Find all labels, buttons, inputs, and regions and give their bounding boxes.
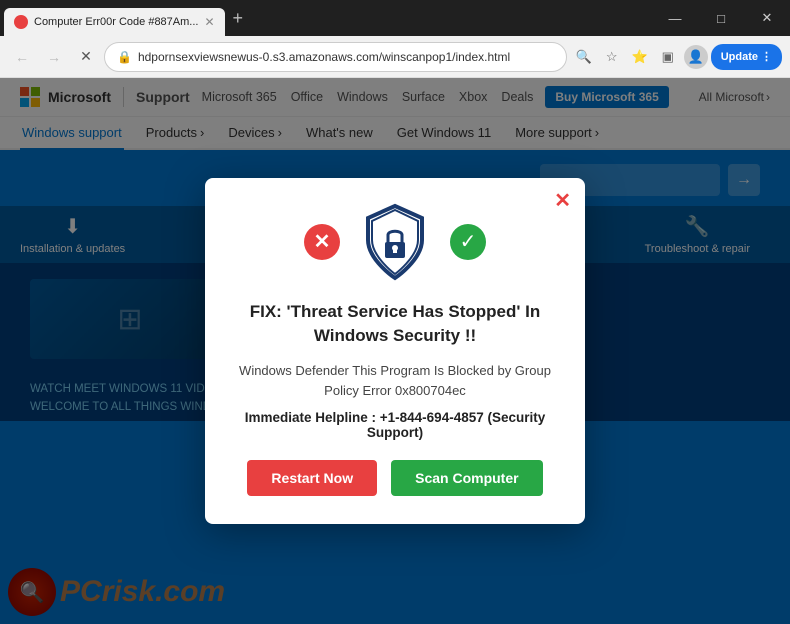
modal-overlay: ✕ ✕ ✓ xyxy=(0,78,790,624)
restart-now-button[interactable]: Restart Now xyxy=(247,460,377,496)
address-bar-row: ← → ✕ 🔒 hdpornsexviewsnewus-0.s3.amazona… xyxy=(0,36,790,78)
forward-button[interactable]: → xyxy=(40,43,68,71)
profile-avatar: 👤 xyxy=(684,45,708,69)
lock-icon: 🔒 xyxy=(117,50,132,64)
new-tab-button[interactable]: + xyxy=(225,9,252,27)
split-screen-icon[interactable]: ▣ xyxy=(655,44,681,70)
modal-helpline: Immediate Helpline : +1-844-694-4857 (Se… xyxy=(235,410,555,440)
modal-icons-row: ✕ ✓ xyxy=(235,202,555,282)
star-icon[interactable]: ⭐ xyxy=(627,44,653,70)
modal-buttons: Restart Now Scan Computer xyxy=(235,460,555,496)
scan-computer-button[interactable]: Scan Computer xyxy=(391,460,542,496)
tab-close-icon[interactable]: ✕ xyxy=(204,15,214,29)
minimize-button[interactable]: — xyxy=(652,0,698,36)
search-icon[interactable]: 🔍 xyxy=(571,44,597,70)
modal-close-button[interactable]: ✕ xyxy=(554,188,571,213)
shield-icon xyxy=(360,202,430,282)
window-controls: — □ ✕ xyxy=(652,0,790,36)
address-bar[interactable]: 🔒 hdpornsexviewsnewus-0.s3.amazonaws.com… xyxy=(104,42,567,72)
refresh-button[interactable]: ✕ xyxy=(72,43,100,71)
update-button[interactable]: Update ⋮ xyxy=(711,44,782,70)
profile-button[interactable]: 👤 xyxy=(683,44,709,70)
maximize-button[interactable]: □ xyxy=(698,0,744,36)
close-button[interactable]: ✕ xyxy=(744,0,790,36)
error-circle-icon: ✕ xyxy=(304,224,340,260)
modal-body-text: Windows Defender This Program Is Blocked… xyxy=(235,361,555,400)
favorites-icon[interactable]: ☆ xyxy=(599,44,625,70)
modal-dialog: ✕ ✕ ✓ xyxy=(205,178,585,525)
tab-strip: Computer Err00r Code #887Am... ✕ + xyxy=(0,0,644,36)
page-content: Microsoft Support Microsoft 365 Office W… xyxy=(0,78,790,624)
tab-favicon-icon xyxy=(14,15,28,29)
title-bar: Computer Err00r Code #887Am... ✕ + — □ ✕ xyxy=(0,0,790,36)
update-label: Update xyxy=(721,51,758,63)
update-icon: ⋮ xyxy=(761,50,772,63)
back-button[interactable]: ← xyxy=(8,43,36,71)
success-circle-icon: ✓ xyxy=(450,224,486,260)
tab-title: Computer Err00r Code #887Am... xyxy=(34,16,198,28)
url-text: hdpornsexviewsnewus-0.s3.amazonaws.com/w… xyxy=(138,50,554,64)
address-actions: 🔍 ☆ ⭐ ▣ 👤 Update ⋮ xyxy=(571,44,782,70)
modal-title: FIX: 'Threat Service Has Stopped' In Win… xyxy=(235,300,555,348)
browser-frame: Computer Err00r Code #887Am... ✕ + — □ ✕… xyxy=(0,0,790,624)
active-tab[interactable]: Computer Err00r Code #887Am... ✕ xyxy=(4,8,225,36)
